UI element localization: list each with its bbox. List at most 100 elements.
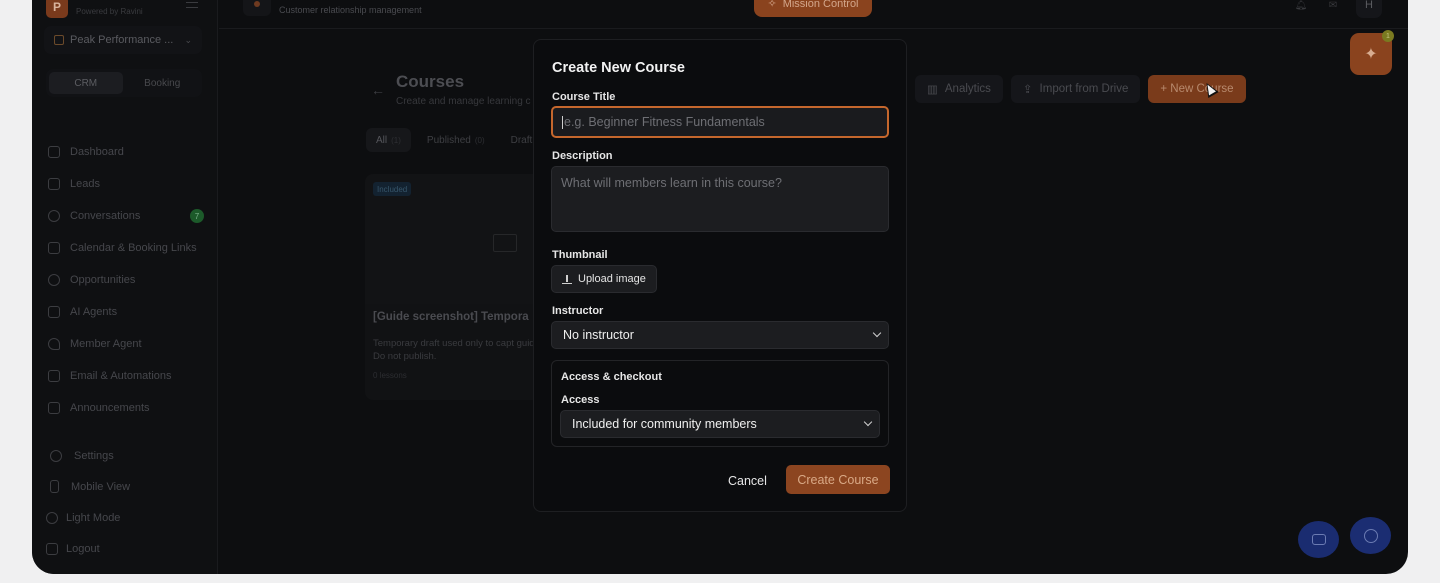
import-label: Import from Drive <box>1039 83 1129 95</box>
analytics-label: Analytics <box>944 83 991 95</box>
phone-icon <box>50 480 59 493</box>
top-bar-icons: 🔔︎ ✉︎ H <box>1292 0 1382 18</box>
chevron-down-icon: ⌄ <box>184 34 192 45</box>
new-course-button[interactable]: + New Course <box>1148 75 1246 103</box>
sidebar-item-label: Conversations <box>70 210 141 222</box>
sun-icon <box>46 511 58 524</box>
page-actions: ▥ Analytics ⇪ Import from Drive + New Cour… <box>915 75 1246 103</box>
brand-logo: P <box>46 0 68 18</box>
chat-button[interactable] <box>1298 521 1339 558</box>
upload-icon: ⇪ <box>1022 84 1033 96</box>
course-card[interactable]: Included [Guide screenshot] Tempora Temp… <box>365 174 545 400</box>
sparkle-icon: ✧ <box>767 0 777 10</box>
heart-icon <box>48 338 60 350</box>
access-heading: Access & checkout <box>561 371 662 383</box>
description-textarea[interactable]: What will members learn in this course? <box>551 166 889 232</box>
tab-label: Draft <box>510 134 533 146</box>
sidebar-item-leads[interactable]: Leads <box>48 168 204 200</box>
notification-badge: 1 <box>1382 30 1394 42</box>
lesson-count: 0 lessons <box>373 371 407 380</box>
sidebar-item-dashboard[interactable]: Dashboard <box>48 136 204 168</box>
calendar-icon <box>48 242 60 254</box>
logout-icon <box>46 542 58 555</box>
course-thumbnail: Included <box>365 174 545 304</box>
sparkle-icon: ✦ <box>1364 46 1378 63</box>
upload-label: Upload image <box>578 273 646 285</box>
tab-all[interactable]: All (1) <box>366 128 411 152</box>
upload-icon <box>562 274 572 284</box>
help-icon <box>1363 528 1378 543</box>
new-course-label: + New Course <box>1160 83 1234 95</box>
sidebar-item-label: Light Mode <box>66 511 121 524</box>
instructor-select[interactable]: No instructor <box>551 321 889 349</box>
sidebar-item-member-agent[interactable]: Member Agent <box>48 328 204 360</box>
mail-icon <box>48 370 60 382</box>
thumbnail-label: Thumbnail <box>552 249 608 261</box>
create-course-button[interactable]: Create Course <box>786 465 890 494</box>
sidebar-item-logout[interactable]: Logout <box>46 533 130 564</box>
tab-label: Published <box>426 134 471 146</box>
instructor-label: Instructor <box>552 305 604 317</box>
menu-icon[interactable] <box>186 0 198 8</box>
top-bar-subtitle: Customer relationship management <box>279 5 422 15</box>
chat-icon <box>1311 534 1326 545</box>
sidebar-item-label: Logout <box>66 542 100 555</box>
sidebar: P Powered by Ravini Peak Performance ...… <box>32 0 218 574</box>
brand: P Powered by Ravini <box>46 0 143 18</box>
gear-icon <box>50 449 62 462</box>
top-bar: Customer relationship management ✧ Missio… <box>219 0 1408 29</box>
tab-count: (0) <box>474 135 485 145</box>
workspace-name: Peak Performance ... <box>70 34 174 46</box>
status-badge: Included <box>373 182 412 196</box>
access-select[interactable]: Included for community members <box>560 410 880 438</box>
segment-booking[interactable]: Booking <box>126 72 200 94</box>
tab-published[interactable]: Published (0) <box>417 128 495 152</box>
workspace-switcher[interactable]: Peak Performance ... ⌄ <box>44 26 202 54</box>
bell-icon[interactable]: 🔔︎ <box>1292 0 1310 14</box>
back-arrow-icon[interactable]: ← <box>371 82 385 98</box>
analytics-button[interactable]: ▥ Analytics <box>915 75 1003 103</box>
sidebar-item-label: Opportunities <box>70 274 136 286</box>
brand-subtitle: Powered by Ravini <box>76 6 143 16</box>
users-icon <box>48 178 60 190</box>
cancel-button[interactable]: Cancel <box>726 467 769 495</box>
sidebar-item-calendar[interactable]: Calendar & Booking Links <box>48 232 204 264</box>
avatar[interactable]: H <box>1356 0 1382 18</box>
import-from-drive-button[interactable]: ⇪ Import from Drive <box>1010 75 1141 103</box>
access-value: Included for community members <box>572 417 757 431</box>
upload-image-button[interactable]: Upload image <box>551 265 657 293</box>
sidebar-item-label: Dashboard <box>70 146 124 158</box>
help-chat-button[interactable] <box>1350 517 1391 554</box>
tab-count: (1) <box>391 135 401 145</box>
dollar-icon <box>48 274 60 286</box>
mission-control-button[interactable]: ✧ Mission Control <box>754 0 872 17</box>
unread-badge: 7 <box>190 209 204 223</box>
sidebar-item-opportunities[interactable]: Opportunities <box>48 264 204 296</box>
segment-crm[interactable]: CRM <box>49 72 123 94</box>
sidebar-item-announcements[interactable]: Announcements <box>48 392 204 424</box>
monitor-icon <box>48 306 60 318</box>
sidebar-item-label: Email & Automations <box>70 370 172 382</box>
description-label: Description <box>552 150 613 162</box>
sidebar-item-conversations[interactable]: Conversations 7 <box>48 200 204 232</box>
mode-switch: CRM Booking <box>46 69 202 97</box>
course-title-label: Course Title <box>552 91 616 103</box>
workspace-icon <box>54 35 64 45</box>
sidebar-item-mobile-view[interactable]: Mobile View <box>50 471 130 502</box>
chevron-down-icon <box>863 417 873 427</box>
sidebar-item-light-mode[interactable]: Light Mode <box>46 502 130 533</box>
home-icon <box>48 146 60 158</box>
page-title: Courses <box>396 72 465 91</box>
course-title-input[interactable]: e.g. Beginner Fitness Fundamentals <box>551 106 889 138</box>
sidebar-item-label: Calendar & Booking Links <box>70 242 197 254</box>
sidebar-item-label: Member Agent <box>70 338 142 350</box>
instructor-value: No instructor <box>563 328 634 342</box>
sidebar-item-settings[interactable]: Settings <box>50 440 130 471</box>
tab-label: All <box>376 134 388 146</box>
mail-icon[interactable]: ✉︎ <box>1324 0 1342 14</box>
mail-icon <box>48 402 60 414</box>
sidebar-item-ai-agents[interactable]: AI Agents <box>48 296 204 328</box>
course-tabs: All (1) Published (0) Draft <box>366 128 542 152</box>
text-caret <box>562 115 563 129</box>
sidebar-item-email[interactable]: Email & Automations <box>48 360 204 392</box>
